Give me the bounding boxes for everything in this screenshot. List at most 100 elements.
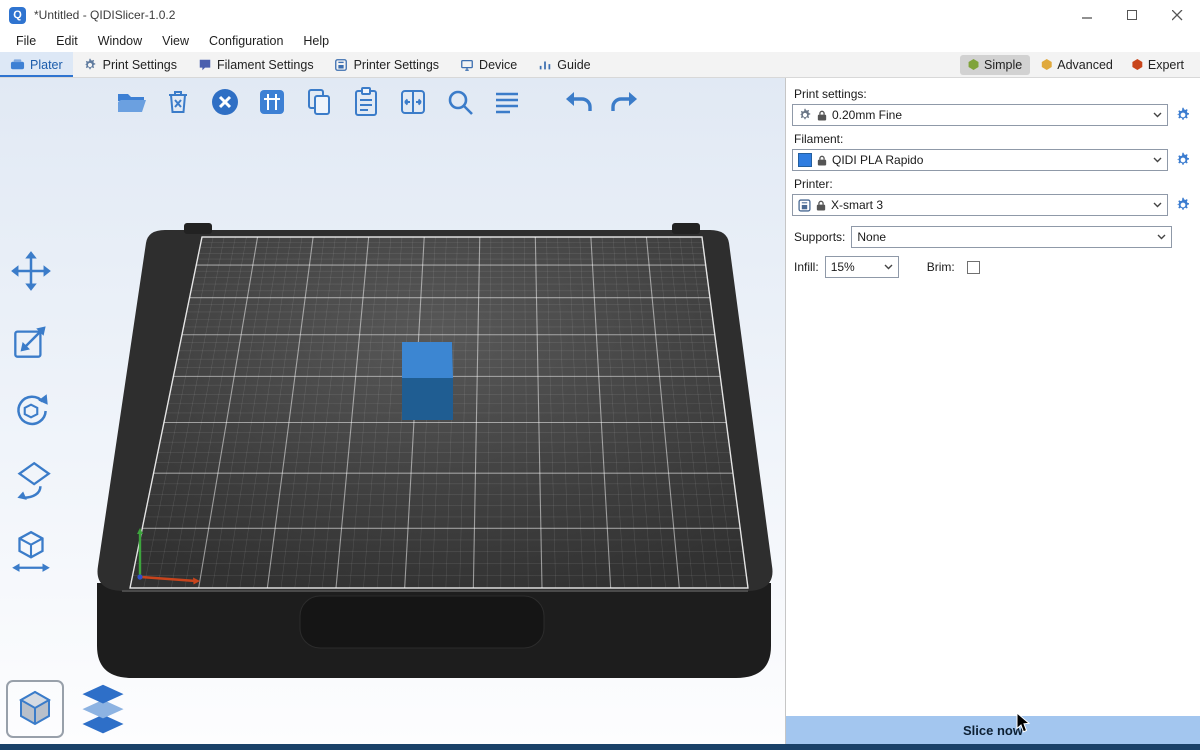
menu-configuration[interactable]: Configuration bbox=[199, 32, 293, 50]
search-icon bbox=[444, 86, 476, 118]
tab-guide[interactable]: Guide bbox=[527, 52, 600, 77]
close-icon bbox=[1172, 10, 1183, 21]
undo-icon bbox=[562, 86, 594, 118]
mode-label: Simple bbox=[984, 58, 1022, 72]
minimize-icon bbox=[1082, 10, 1093, 21]
printer-value: X-smart 3 bbox=[831, 198, 1148, 212]
variable-layer-height-button[interactable] bbox=[394, 83, 432, 121]
undo-button[interactable] bbox=[559, 83, 597, 121]
3d-editor-view-button[interactable] bbox=[6, 680, 64, 738]
printer-gear-button[interactable] bbox=[1172, 194, 1194, 216]
copy-icon bbox=[303, 86, 335, 118]
tab-label: Plater bbox=[30, 58, 63, 72]
simple-mode-icon bbox=[968, 59, 979, 70]
chevron-down-icon bbox=[1153, 112, 1162, 118]
filament-combo[interactable]: QIDI PLA Rapido bbox=[792, 149, 1168, 171]
tab-plater[interactable]: Plater bbox=[0, 52, 73, 77]
mode-switcher: Simple Advanced Expert bbox=[960, 52, 1200, 77]
gear-icon bbox=[83, 57, 98, 72]
tab-print-settings[interactable]: Print Settings bbox=[73, 52, 187, 77]
gear-icon bbox=[1175, 107, 1191, 123]
tab-printer-settings[interactable]: Printer Settings bbox=[324, 52, 449, 77]
brim-label: Brim: bbox=[927, 260, 955, 274]
menu-help[interactable]: Help bbox=[293, 32, 339, 50]
guide-icon bbox=[537, 57, 552, 72]
paste-button[interactable] bbox=[347, 83, 385, 121]
open-button[interactable] bbox=[112, 83, 150, 121]
arrange-button[interactable] bbox=[253, 83, 291, 121]
window-title: *Untitled - QIDISlicer-1.0.2 bbox=[34, 8, 175, 22]
supports-label: Supports: bbox=[794, 230, 845, 244]
expert-mode-icon bbox=[1132, 59, 1143, 70]
gizmo-toolbar bbox=[6, 246, 56, 576]
window-controls bbox=[1065, 0, 1200, 30]
filament-label: Filament: bbox=[794, 132, 1194, 146]
tab-filament-settings[interactable]: Filament Settings bbox=[187, 52, 324, 77]
chevron-down-icon bbox=[1157, 234, 1166, 240]
layers-list-button[interactable] bbox=[488, 83, 526, 121]
move-icon bbox=[8, 248, 54, 294]
rotate-icon bbox=[8, 388, 54, 434]
menu-window[interactable]: Window bbox=[88, 32, 152, 50]
menu-file[interactable]: File bbox=[6, 32, 46, 50]
tab-device[interactable]: Device bbox=[449, 52, 527, 77]
printer-label: Printer: bbox=[794, 177, 1194, 191]
redo-icon bbox=[609, 86, 641, 118]
menu-bar: File Edit Window View Configuration Help bbox=[0, 30, 1200, 52]
app-logo-icon: Q bbox=[9, 7, 26, 24]
preview-layers-view-button[interactable] bbox=[74, 680, 132, 738]
tab-label: Filament Settings bbox=[217, 58, 314, 72]
menu-view[interactable]: View bbox=[152, 32, 199, 50]
open-icon bbox=[115, 86, 147, 118]
tab-bar: Plater Print Settings Filament Settings … bbox=[0, 52, 1200, 78]
print-settings-label: Print settings: bbox=[794, 87, 1194, 101]
mode-advanced[interactable]: Advanced bbox=[1033, 55, 1121, 75]
delete-button[interactable] bbox=[159, 83, 197, 121]
print-settings-gear-button[interactable] bbox=[1172, 104, 1194, 126]
copy-button[interactable] bbox=[300, 83, 338, 121]
viewport-3d[interactable] bbox=[0, 78, 786, 744]
plater-icon bbox=[10, 57, 25, 72]
model-cube[interactable] bbox=[402, 342, 453, 420]
brim-checkbox[interactable] bbox=[967, 261, 980, 274]
measure-icon bbox=[8, 528, 54, 574]
delete-all-icon bbox=[209, 86, 241, 118]
lock-icon bbox=[816, 199, 826, 212]
rotate-button[interactable] bbox=[6, 386, 56, 436]
scale-button[interactable] bbox=[6, 316, 56, 366]
print-settings-combo[interactable]: 0.20mm Fine bbox=[792, 104, 1168, 126]
close-button[interactable] bbox=[1155, 0, 1200, 30]
tab-label: Guide bbox=[557, 58, 590, 72]
variable-layer-height-icon bbox=[397, 86, 429, 118]
slice-now-button[interactable]: Slice now bbox=[786, 716, 1200, 744]
maximize-button[interactable] bbox=[1110, 0, 1155, 30]
mode-label: Expert bbox=[1148, 58, 1184, 72]
gear-icon bbox=[798, 108, 812, 122]
lock-icon bbox=[817, 109, 827, 122]
layers-view-icon bbox=[75, 680, 131, 740]
maximize-icon bbox=[1127, 10, 1138, 21]
place-on-face-button[interactable] bbox=[6, 456, 56, 506]
menu-edit[interactable]: Edit bbox=[46, 32, 88, 50]
printer-bed bbox=[97, 223, 773, 678]
place-on-face-icon bbox=[8, 458, 54, 504]
printer-combo[interactable]: X-smart 3 bbox=[792, 194, 1168, 216]
minimize-button[interactable] bbox=[1065, 0, 1110, 30]
mode-simple[interactable]: Simple bbox=[960, 55, 1030, 75]
search-button[interactable] bbox=[441, 83, 479, 121]
bed-3d-scene[interactable] bbox=[0, 78, 785, 744]
redo-button[interactable] bbox=[606, 83, 644, 121]
mode-expert[interactable]: Expert bbox=[1124, 55, 1192, 75]
move-button[interactable] bbox=[6, 246, 56, 296]
measure-button[interactable] bbox=[6, 526, 56, 576]
infill-combo[interactable]: 15% bbox=[825, 256, 899, 278]
mode-label: Advanced bbox=[1057, 58, 1113, 72]
filament-gear-button[interactable] bbox=[1172, 149, 1194, 171]
supports-combo[interactable]: None bbox=[851, 226, 1172, 248]
arrange-icon bbox=[256, 86, 288, 118]
printer-icon bbox=[798, 199, 811, 212]
gear-icon bbox=[1175, 197, 1191, 213]
delete-all-button[interactable] bbox=[206, 83, 244, 121]
layers-list-icon bbox=[491, 86, 523, 118]
title-bar: Q *Untitled - QIDISlicer-1.0.2 bbox=[0, 0, 1200, 30]
